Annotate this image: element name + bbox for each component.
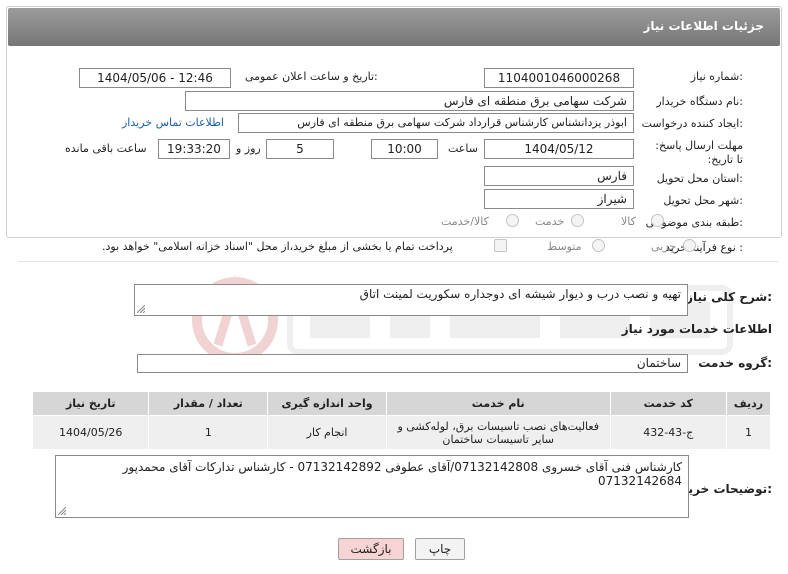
cell-unit: انجام کار [267,415,387,450]
services-table-header: ردیف کد خدمت نام خدمت واحد اندازه گیری ت… [31,391,772,416]
buyer-org-label: نام دستگاه خریدار: [656,95,743,108]
col-row: ردیف [725,391,772,416]
col-date: تاریخ نیاز [31,391,150,416]
remaining-time-field[interactable]: 19:33:20 [158,139,230,159]
announce-label: تاریخ و ساعت اعلان عمومی: [245,70,378,83]
services-section-title: اطلاعات خدمات مورد نیاز [621,322,772,336]
print-button[interactable]: چاپ [415,538,465,560]
process-label: نوع فرآیند خرید : [665,241,743,254]
province-label: استان محل تحویل: [656,172,743,185]
cell-row: 1 [725,415,772,450]
cell-code: ج-43-432 [609,415,727,450]
days-label: روز و [236,142,261,155]
back-button[interactable]: بازگشت [338,538,404,560]
category-option-goods-service: کالا/خدمت [441,215,489,228]
panel-header: جزئیات اطلاعات نیاز [8,8,780,46]
col-name: نام خدمت [385,391,611,416]
table-row: 1 ج-43-432 فعالیت‌های نصب تاسیسات برق، ل… [31,415,772,450]
days-field[interactable]: 5 [266,139,334,159]
deadline-label: مهلت ارسال پاسخ: تا تاریخ: [655,139,743,166]
summary-label: شرح کلی نیاز: [686,290,772,304]
deadline-date-field[interactable]: 1404/05/12 [484,139,634,159]
process-radio-minor[interactable] [683,239,696,252]
buyer-notes-text: کارشناس فنی آقای خسروی 07132142808/آقای … [122,460,682,488]
buyer-notes-textarea[interactable]: کارشناس فنی آقای خسروی 07132142808/آقای … [55,455,689,518]
process-option-minor: جزیی [651,240,677,253]
remaining-label: ساعت باقی مانده [65,142,147,155]
buyer-org-field[interactable]: شرکت سهامی برق منطقه ای فارس [185,91,634,111]
deadline-time-field[interactable]: 10:00 [371,139,438,159]
creator-field[interactable]: ابوذر یزدانشناس کارشناس قرارداد شرکت سها… [238,113,634,133]
need-number-field[interactable]: 1104001046000268 [484,68,634,88]
services-table: ردیف کد خدمت نام خدمت واحد اندازه گیری ت… [31,391,772,450]
cell-qty: 1 [148,415,269,450]
buyer-contact-link[interactable]: اطلاعات تماس خریدار [122,116,224,129]
panel-title: جزئیات اطلاعات نیاز [643,19,764,33]
service-group-label: گروه خدمت: [698,356,772,370]
category-radio-goods-service[interactable] [506,214,519,227]
announce-field[interactable]: 1404/05/06 - 12:46 [79,68,231,88]
time-label: ساعت [448,142,478,155]
creator-label: ایجاد کننده درخواست: [641,117,743,130]
payment-note: پرداخت تمام یا بخشی از مبلغ خرید،از محل … [102,240,453,253]
resize-grip-icon[interactable] [137,305,145,313]
cell-date: 1404/05/26 [31,415,150,450]
need-number-label: شماره نیاز: [690,70,743,83]
cell-name: فعالیت‌های نصب تاسیسات برق، لوله‌کشی و س… [385,415,611,450]
summary-textarea[interactable]: تهیه و نصب درب و دیوار شیشه ای دوجداره س… [134,284,688,316]
col-qty: تعداد / مقدار [148,391,269,416]
category-option-goods: کالا [621,215,636,228]
city-field[interactable]: شیراز [484,189,634,209]
city-label: شهر محل تحویل: [663,194,743,207]
service-group-field[interactable]: ساختمان [137,354,688,373]
treasury-checkbox[interactable] [494,239,507,252]
process-radio-medium[interactable] [592,239,605,252]
category-radio-service[interactable] [571,214,584,227]
category-option-service: خدمت [535,215,565,228]
resize-grip-icon[interactable] [58,507,66,515]
col-unit: واحد اندازه گیری [267,391,387,416]
summary-text: تهیه و نصب درب و دیوار شیشه ای دوجداره س… [359,287,681,301]
divider [18,261,778,262]
category-radio-goods[interactable] [651,214,664,227]
process-option-medium: متوسط [547,240,582,253]
province-field[interactable]: فارس [484,166,634,186]
col-code: کد خدمت [609,391,727,416]
